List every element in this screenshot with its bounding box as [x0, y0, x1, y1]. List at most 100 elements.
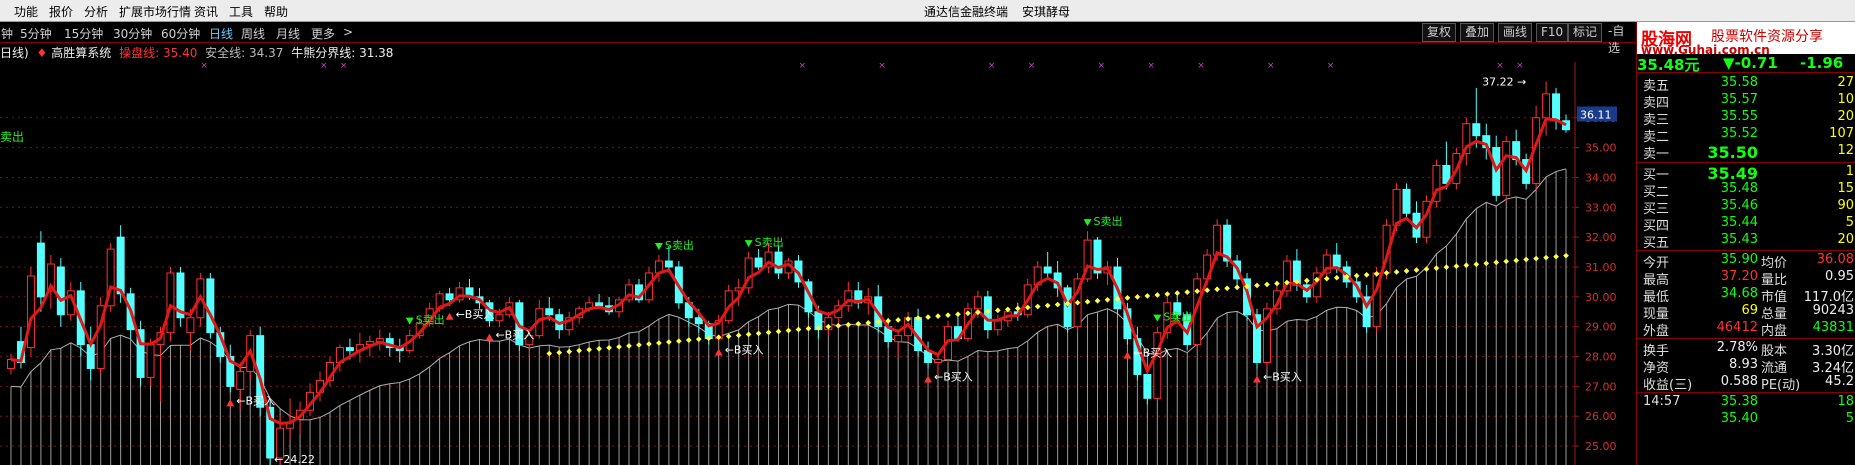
stock-name: 安琪酵母	[1022, 5, 1071, 19]
candle-body	[1332, 254, 1341, 268]
menu-item-analysis[interactable]: 分析	[84, 3, 108, 20]
period-toolbar: 钟 5分钟 15分钟 30分钟 60分钟 日线 周线 月线 更多 > 复权 叠加…	[0, 22, 1635, 55]
bullbear-dot	[1274, 280, 1280, 287]
period-weekly[interactable]: 周线	[241, 25, 265, 42]
event-marker-icon: ×	[1327, 62, 1335, 71]
stats-row: 今开 35.90 均价 36.08	[1637, 252, 1855, 271]
buy-signal-label: ←B买入	[1133, 347, 1172, 360]
current-price-label: 36.11	[1580, 108, 1612, 121]
bullbear-dot	[1333, 274, 1340, 281]
bullbear-dot	[765, 329, 772, 336]
bullbear-dot	[755, 330, 762, 337]
candle-body	[1402, 188, 1411, 214]
menu-item-quote[interactable]: 报价	[49, 3, 73, 20]
watchlist-button[interactable]: -自选	[1604, 23, 1635, 55]
event-marker-icon: ×	[1028, 62, 1036, 71]
order-row-buy: 买一 35.49 1	[1637, 164, 1855, 183]
bullbear-dot	[935, 313, 941, 319]
draw-line-button[interactable]: 画线	[1498, 23, 1533, 42]
menu-item-extended-market[interactable]: 扩展市场行情	[119, 3, 191, 20]
event-marker-icon: ×	[798, 62, 806, 71]
menu-item-function[interactable]: 功能	[14, 3, 38, 20]
sell-arrow-icon	[654, 243, 663, 251]
axis-tick-label: 29.00	[1585, 321, 1617, 334]
stat-label: 内盘	[1761, 324, 1788, 339]
stat-value: 8.93	[1729, 357, 1758, 372]
overlay-button[interactable]: 叠加	[1460, 23, 1495, 42]
bullbear-dot	[785, 327, 792, 334]
bullbear-dot	[745, 331, 752, 338]
menu-item-tools[interactable]: 工具	[229, 3, 253, 20]
f10-button[interactable]: F10	[1536, 23, 1569, 42]
order-price: 35.55	[1720, 109, 1758, 124]
period-15min[interactable]: 15分钟	[64, 25, 103, 42]
candle-body	[1542, 93, 1551, 119]
candle-body	[545, 308, 554, 316]
restore-rights-button[interactable]: 复权	[1422, 23, 1457, 42]
period-daily[interactable]: 日线	[209, 25, 233, 42]
bullbear-dot	[586, 346, 592, 353]
event-marker-icon: ×	[1197, 62, 1205, 71]
bullbear-dot	[666, 339, 672, 345]
period-5min[interactable]: 5分钟	[20, 25, 52, 42]
candle-body	[694, 317, 703, 325]
order-volume: 90	[1837, 198, 1854, 213]
candlestick-chart[interactable]: 25.00 26.00 27.00 28.00 29.00 30.00 31.00 32.00…	[0, 62, 1636, 465]
bullbear-dot	[616, 344, 622, 350]
tick-price: 35.38	[1720, 394, 1758, 409]
period-60min[interactable]: 60分钟	[161, 25, 200, 42]
sell-arrow-icon	[1083, 219, 1092, 227]
period-monthly[interactable]: 月线	[276, 25, 300, 42]
bullbear-dot	[1533, 255, 1539, 262]
bullbear-dot	[1363, 272, 1370, 278]
stat-value: 0.588	[1720, 374, 1758, 389]
bullbear-dot	[1164, 291, 1171, 297]
event-marker-icon: ×	[1147, 62, 1155, 71]
order-row-buy: 买四 35.44 5	[1637, 215, 1855, 234]
bullbear-dot	[1443, 264, 1450, 270]
axis-tick-label: 25.00	[1585, 440, 1617, 453]
bullbear-dot	[1134, 294, 1141, 300]
order-volume: 27	[1837, 75, 1854, 90]
indicator-header: 日线) ♦ 高胜算系统 操盘线: 35.40 安全线: 34.37 牛熊分界线: …	[0, 44, 397, 60]
candle-body	[934, 359, 943, 364]
candle-body	[1502, 141, 1511, 196]
bullbear-dot	[945, 312, 951, 318]
menu-item-help[interactable]: 帮助	[264, 3, 288, 20]
indicator-bullbear-value: 牛熊分界线: 31.38	[291, 46, 394, 60]
indicator-system-name[interactable]: 高胜算系统	[51, 46, 111, 60]
order-row-buy: 买五 35.43 20	[1637, 232, 1855, 251]
buy-arrow-icon	[1253, 375, 1262, 383]
sell-signal-label: S卖出	[1163, 310, 1192, 324]
axis-tick-label: 32.00	[1585, 231, 1617, 244]
candle-body	[993, 320, 1002, 331]
period-minute[interactable]: 钟	[1, 25, 13, 42]
chevron-right-icon[interactable]: >	[343, 25, 353, 39]
candle-body	[26, 275, 35, 349]
period-more[interactable]: 更多	[311, 25, 335, 42]
axis-tick-label: 30.00	[1585, 291, 1617, 304]
stats-row: 收益(三) 0.588 PE(动) 45.2	[1637, 374, 1855, 393]
buy-signal-label: ←B买入	[934, 370, 973, 383]
sell-signal-label: S卖出	[755, 235, 784, 249]
order-volume: 10	[1837, 92, 1854, 107]
stats-row: 最高 37.20 量比 0.95	[1637, 269, 1855, 288]
period-30min[interactable]: 30分钟	[113, 25, 152, 42]
mark-button[interactable]: 标记	[1568, 23, 1603, 42]
bullbear-dot	[795, 326, 802, 333]
stat-value: 46412	[1716, 320, 1758, 335]
candle-body	[146, 344, 155, 378]
candle-body	[754, 257, 763, 268]
menu-item-news[interactable]: 资讯	[194, 3, 218, 20]
sell-signal-label: S卖出	[416, 313, 445, 327]
stat-value: 37.20	[1720, 269, 1758, 284]
bullbear-dot	[1403, 268, 1410, 274]
candle-body	[774, 251, 783, 274]
axis-tick-label: 33.00	[1585, 201, 1617, 214]
order-volume: 5	[1845, 215, 1854, 230]
bullbear-dot	[1264, 281, 1270, 288]
bullbear-dot	[1543, 254, 1549, 261]
price-header: 35.48元 ▼-0.71 -1.96	[1637, 54, 1855, 74]
bullbear-dot	[995, 307, 1001, 314]
stats-row: 最低 34.68 市值 117.0亿	[1637, 286, 1855, 305]
